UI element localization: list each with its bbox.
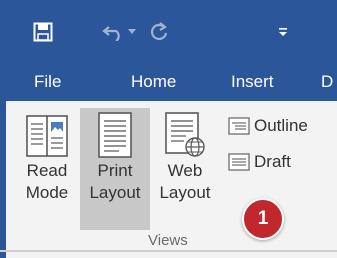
- read-mode-label-line2: Mode: [25, 183, 69, 202]
- web-layout-label-line1: Web: [167, 161, 203, 180]
- read-mode-icon: [26, 115, 68, 157]
- word-window: File Home Insert D Read Mode Print Layou…: [0, 0, 337, 258]
- draft-icon: [228, 153, 250, 171]
- tab-insert[interactable]: Insert: [231, 63, 274, 101]
- customize-toolbar-icon: [279, 28, 287, 36]
- undo-icon: [102, 26, 120, 41]
- web-layout-label-line2: Layout: [159, 183, 211, 202]
- tab-design[interactable]: D: [321, 63, 333, 101]
- save-icon: [33, 22, 53, 42]
- undo-dropdown-button[interactable]: [124, 18, 140, 46]
- web-layout-icon: [165, 112, 205, 157]
- print-layout-icon: [98, 112, 132, 158]
- views-group-label: Views: [148, 232, 188, 249]
- draft-button[interactable]: Draft: [228, 148, 291, 176]
- ribbon-tabs: File Home Insert D: [0, 63, 337, 101]
- step-badge: 1: [242, 198, 284, 240]
- redo-button[interactable]: [146, 18, 172, 46]
- print-layout-label-line2: Layout: [89, 183, 141, 202]
- customize-toolbar-button[interactable]: [272, 18, 294, 46]
- outline-label: Outline: [254, 116, 308, 135]
- tab-file[interactable]: File: [34, 63, 61, 101]
- undo-dropdown-icon: [128, 29, 136, 34]
- quick-access-toolbar: [0, 0, 337, 63]
- tab-home[interactable]: Home: [131, 63, 176, 101]
- redo-icon: [151, 22, 168, 40]
- print-layout-button[interactable]: Print Layout: [80, 108, 150, 230]
- draft-label: Draft: [254, 152, 291, 171]
- web-layout-button[interactable]: Web Layout: [150, 108, 220, 230]
- save-button[interactable]: [30, 18, 56, 46]
- print-layout-label-line1: Print: [97, 161, 133, 180]
- undo-button[interactable]: [102, 18, 124, 46]
- ribbon-bottom-border: [0, 250, 337, 252]
- read-mode-label-line1: Read: [26, 161, 68, 180]
- outline-button[interactable]: Outline: [228, 112, 308, 140]
- outline-icon: [228, 117, 250, 135]
- read-mode-button[interactable]: Read Mode: [14, 108, 80, 230]
